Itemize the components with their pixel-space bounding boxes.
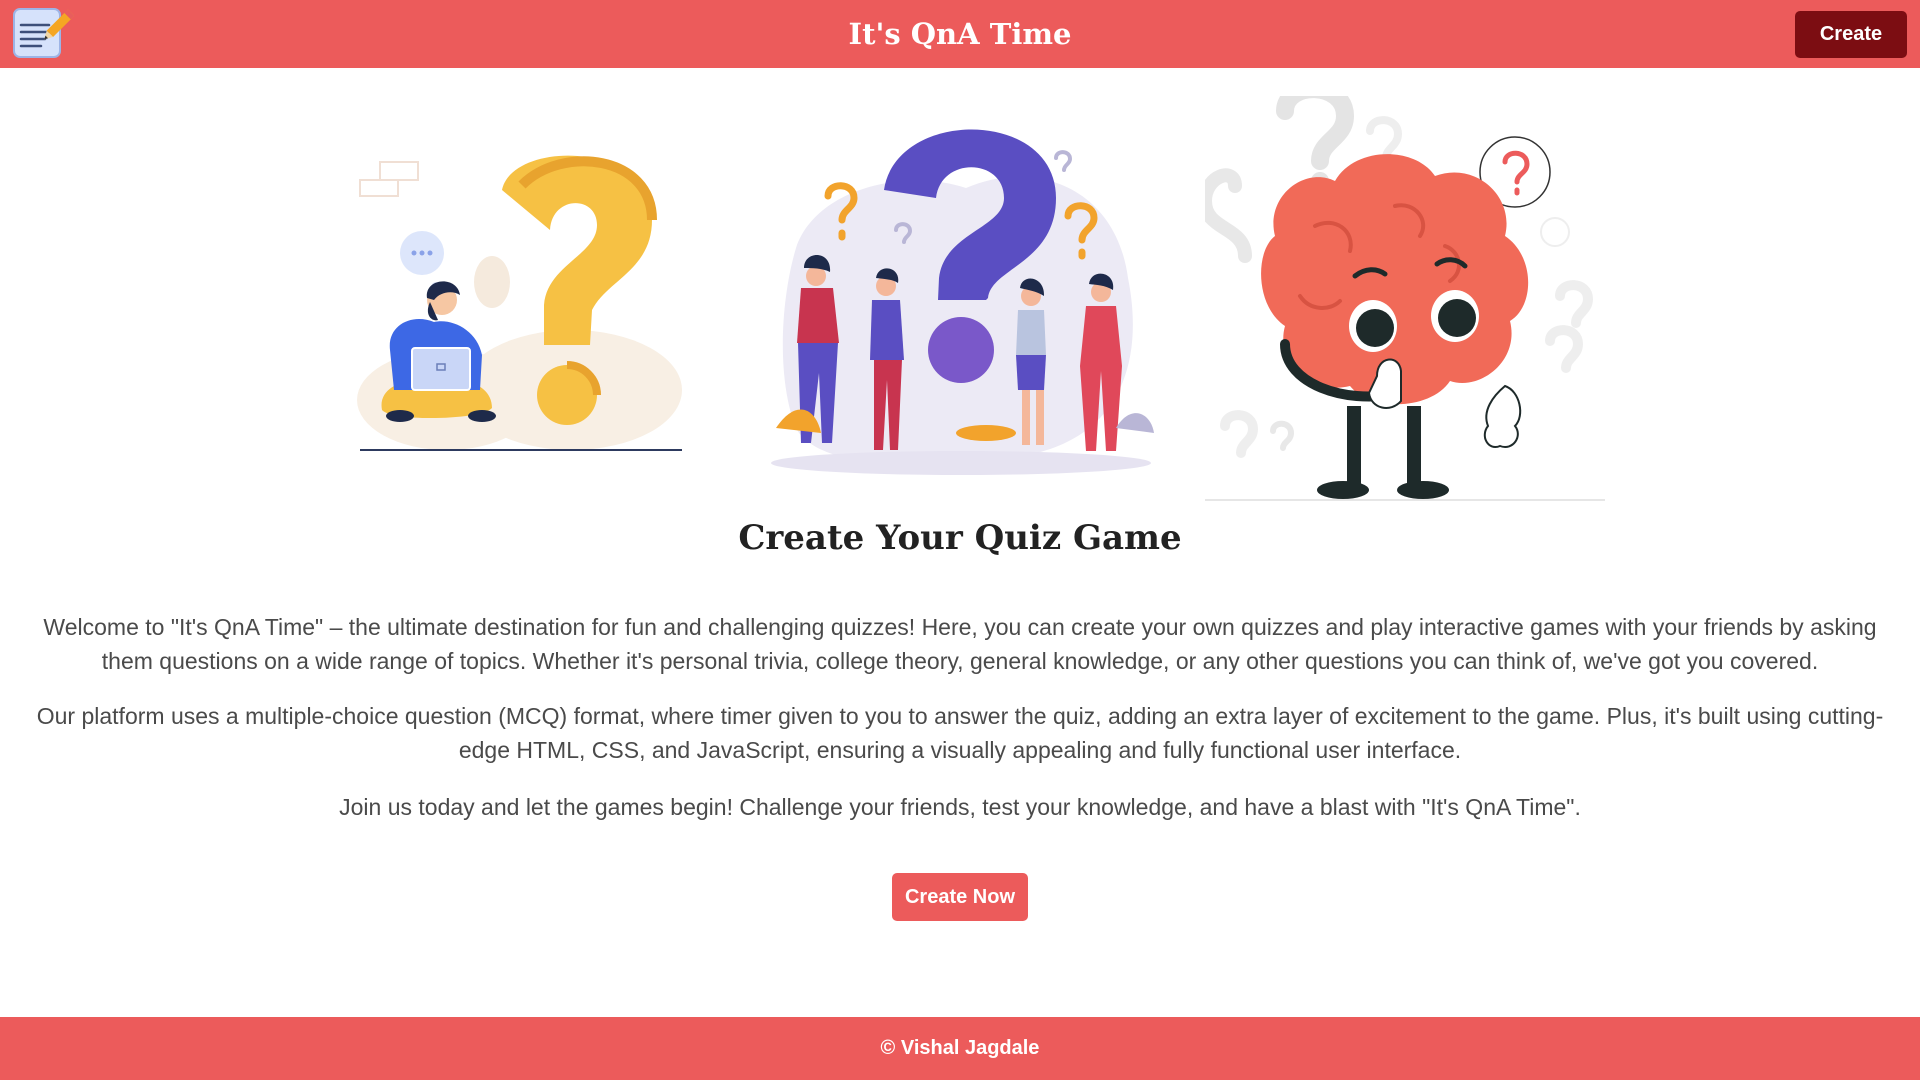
footer: © Vishal Jagdale [0,1017,1920,1080]
site-title: It's QnA Time [848,17,1072,51]
top-navbar: It's QnA Time Create [0,0,1920,68]
copyright-text: © Vishal Jagdale [880,1037,1040,1059]
person-thinking-illustration [352,150,684,460]
create-now-button[interactable]: Create Now [892,873,1028,921]
intro-paragraph: Our platform uses a multiple-choice ques… [36,703,1884,763]
page-title: Create Your Quiz Game [738,518,1182,558]
intro-paragraph: Join us today and let the games begin! C… [339,794,1581,820]
intro-paragraph: Welcome to "It's QnA Time" – the ultimat… [43,614,1877,674]
group-question-illustration [756,128,1168,480]
create-button[interactable]: Create [1795,11,1907,58]
thinking-brain-illustration [1197,80,1605,506]
notepad-pencil-icon[interactable] [12,5,75,61]
